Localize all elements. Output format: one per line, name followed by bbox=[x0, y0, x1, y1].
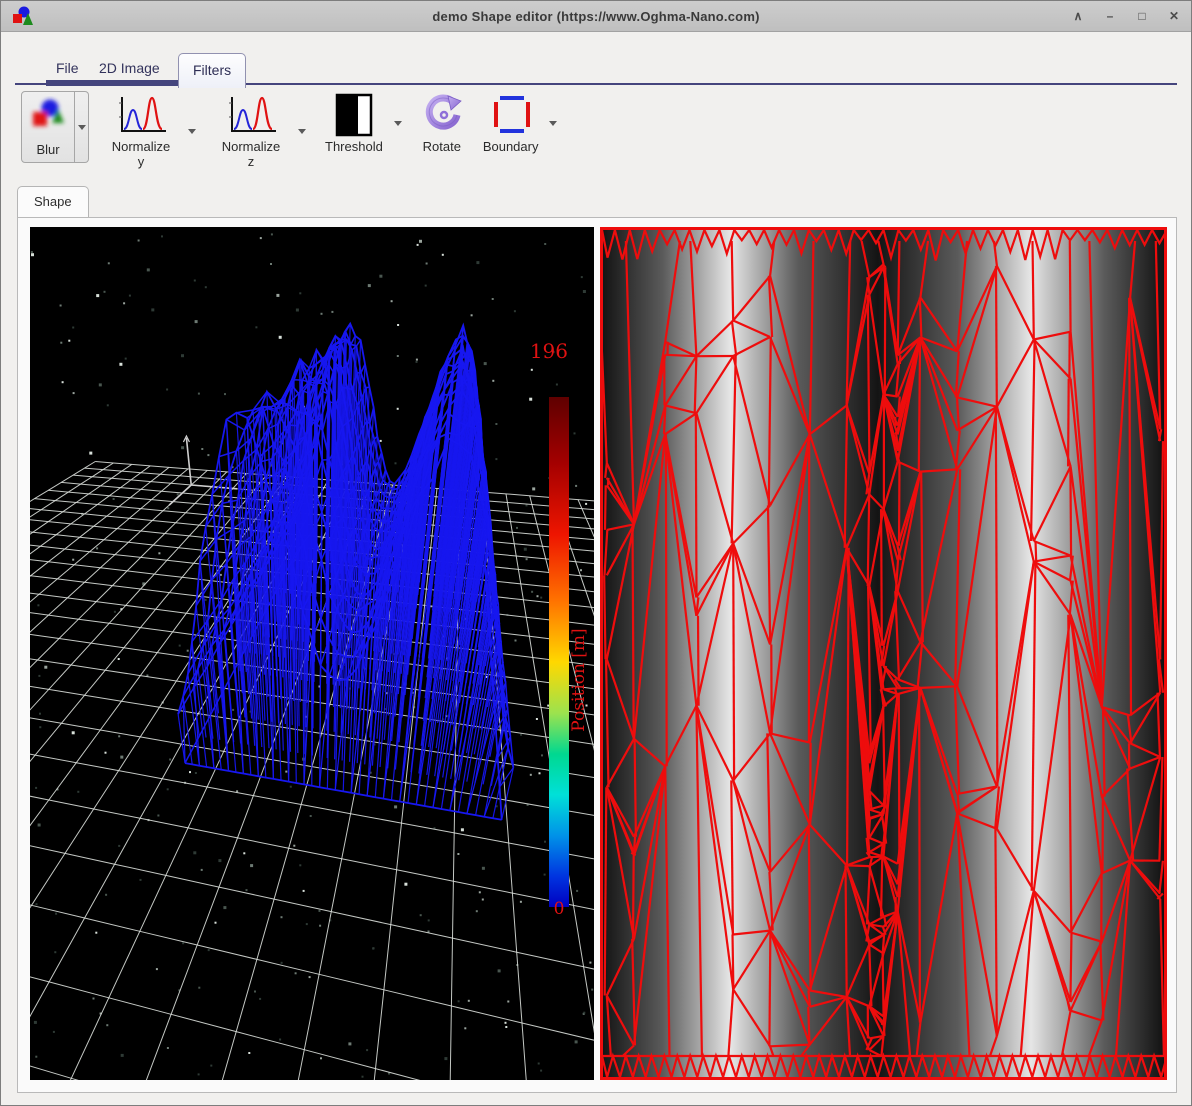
chevron-down-icon bbox=[298, 128, 306, 134]
window-titlebar[interactable]: demo Shape editor (https://www.Oghma-Nan… bbox=[1, 1, 1191, 32]
chevron-down-icon bbox=[393, 121, 402, 127]
boundary-button[interactable]: Boundary bbox=[479, 91, 543, 157]
3d-preview-canvas[interactable]: 196 0 Position [m] bbox=[30, 227, 594, 1080]
normalize-y-dropdown-button[interactable] bbox=[185, 111, 199, 151]
tab-file[interactable]: File bbox=[46, 55, 89, 81]
colorbar bbox=[549, 397, 569, 907]
normalize-z-dropdown-button[interactable] bbox=[295, 111, 309, 151]
tab-2d-image[interactable]: 2D Image bbox=[89, 55, 170, 81]
view-tabstrip: Shape bbox=[17, 186, 89, 217]
rotate-icon bbox=[425, 94, 462, 130]
blur-label: Blur bbox=[36, 142, 60, 158]
colorbar-max-label: 196 bbox=[529, 339, 568, 363]
shade-window-icon[interactable]: ∧ bbox=[1069, 7, 1087, 25]
normalize-z-button[interactable]: Normalize z bbox=[211, 91, 291, 172]
shape-content-panel: 196 0 Position [m] bbox=[17, 217, 1177, 1093]
boundary-label: Boundary bbox=[482, 139, 539, 154]
2d-mesh-canvas[interactable] bbox=[600, 227, 1167, 1080]
normalize-z-label: Normalize z bbox=[221, 139, 281, 169]
window-controls: ∧ – □ ✕ bbox=[1069, 1, 1183, 31]
chevron-down-icon bbox=[77, 124, 86, 130]
app-window: demo Shape editor (https://www.Oghma-Nan… bbox=[0, 0, 1192, 1106]
toolbar-tool-normalize-y: Normalize y bbox=[101, 91, 199, 172]
rotate-button[interactable]: Rotate bbox=[417, 91, 467, 157]
menu-tabstrip: File 2D Image Filters bbox=[1, 49, 1191, 88]
threshold-icon bbox=[335, 93, 373, 137]
histogram-peaks-icon bbox=[229, 96, 276, 132]
blur-dropdown-button[interactable] bbox=[75, 91, 89, 163]
threshold-label: Threshold bbox=[325, 139, 383, 154]
app-icon bbox=[13, 6, 33, 25]
colorbar-min-label: 0 bbox=[553, 899, 565, 919]
chevron-down-icon bbox=[188, 128, 196, 134]
threshold-button[interactable]: Threshold bbox=[321, 91, 387, 157]
close-window-icon[interactable]: ✕ bbox=[1165, 7, 1183, 25]
tab-filters[interactable]: Filters bbox=[178, 53, 247, 88]
toolbar-tool-normalize-z: Normalize z bbox=[211, 91, 309, 172]
maximize-window-icon[interactable]: □ bbox=[1133, 7, 1151, 25]
boundary-icon bbox=[493, 96, 530, 133]
boundary-dropdown-button[interactable] bbox=[546, 104, 560, 144]
normalize-y-button[interactable]: Normalize y bbox=[101, 91, 181, 172]
toolbar-tool-rotate: Rotate bbox=[417, 91, 467, 157]
blur-shapes-icon bbox=[33, 99, 64, 127]
tabstrip-underline-segment bbox=[46, 80, 178, 86]
rotate-label: Rotate bbox=[422, 139, 461, 154]
toolbar-tool-threshold: Threshold bbox=[321, 91, 405, 157]
toolbar-tool-boundary: Boundary bbox=[479, 91, 561, 157]
normalize-y-label: Normalize y bbox=[111, 139, 171, 169]
minimize-window-icon[interactable]: – bbox=[1101, 7, 1119, 25]
window-title: demo Shape editor (https://www.Oghma-Nan… bbox=[432, 8, 760, 24]
chevron-down-icon bbox=[549, 121, 558, 127]
tab-shape[interactable]: Shape bbox=[17, 186, 89, 217]
toolbar-button-blur[interactable]: Blur bbox=[21, 91, 89, 163]
histogram-peaks-icon bbox=[119, 96, 166, 132]
threshold-dropdown-button[interactable] bbox=[391, 104, 405, 144]
colorbar-axis-label: Position [m] bbox=[569, 628, 589, 732]
blur-button[interactable]: Blur bbox=[21, 91, 75, 163]
filters-toolbar: Blur Normalize y Normalize z Threshold R… bbox=[1, 91, 1191, 179]
